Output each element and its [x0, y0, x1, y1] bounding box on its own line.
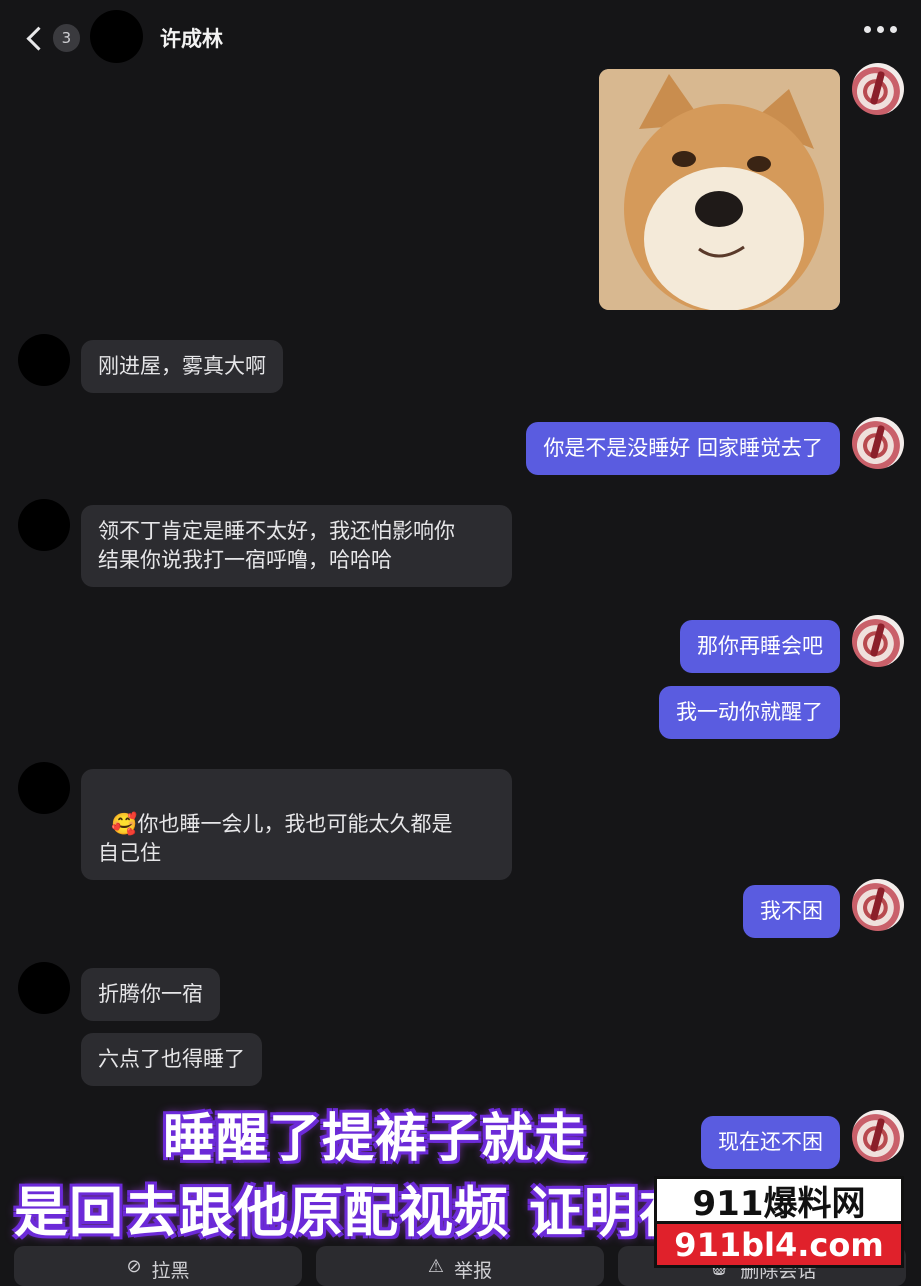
chevron-left-icon	[26, 26, 51, 50]
report-label: 举报	[454, 1260, 493, 1282]
outgoing-message[interactable]: 我不困	[743, 885, 840, 938]
dog-sticker-image[interactable]	[599, 69, 840, 310]
block-label: 拉黑	[151, 1260, 190, 1282]
incoming-message[interactable]: 领不丁肯定是睡不太好，我还怕影响你 结果你说我打一宿呼噜，哈哈哈	[81, 505, 512, 587]
contact-message-avatar[interactable]	[18, 762, 70, 814]
block-icon: ⊘	[126, 1256, 142, 1277]
watermark-title: 911爆料网	[654, 1176, 904, 1224]
site-watermark: 911爆料网 911bl4.com	[654, 1176, 904, 1268]
my-avatar[interactable]	[852, 879, 904, 931]
contact-avatar[interactable]	[90, 10, 143, 63]
outgoing-message[interactable]: 现在还不困	[701, 1116, 840, 1169]
incoming-message[interactable]: 🥰你也睡一会儿，我也可能太久都是 自己住	[81, 769, 512, 880]
my-avatar[interactable]	[852, 1110, 904, 1162]
incoming-message[interactable]: 折腾你一宿	[81, 968, 220, 1021]
outgoing-message[interactable]: 我一动你就醒了	[659, 686, 840, 739]
incoming-message[interactable]: 刚进屋，雾真大啊	[81, 340, 283, 393]
warning-icon: ⚠	[427, 1256, 445, 1277]
back-button[interactable]: 3	[22, 22, 80, 54]
chat-header: 3 许成林	[0, 0, 921, 72]
report-button[interactable]: ⚠ 举报	[316, 1246, 604, 1286]
block-button[interactable]: ⊘ 拉黑	[14, 1246, 302, 1286]
contact-name: 许成林	[160, 27, 223, 51]
my-avatar[interactable]	[852, 63, 904, 115]
message-text: 你也睡一会儿，我也可能太久都是 自己住	[98, 812, 453, 865]
contact-message-avatar[interactable]	[18, 499, 70, 551]
my-avatar[interactable]	[852, 417, 904, 469]
outgoing-message[interactable]: 你是不是没睡好 回家睡觉去了	[526, 422, 840, 475]
more-dots-icon[interactable]	[864, 26, 897, 33]
outgoing-message[interactable]: 那你再睡会吧	[680, 620, 840, 673]
incoming-message[interactable]: 六点了也得睡了	[81, 1033, 262, 1086]
contact-message-avatar[interactable]	[18, 334, 70, 386]
watermark-url: 911bl4.com	[654, 1224, 904, 1268]
smiling-face-emoji-icon: 🥰	[111, 812, 138, 836]
caption-line-1: 睡醒了提裤子就走	[163, 1109, 588, 1169]
my-avatar[interactable]	[852, 615, 904, 667]
contact-message-avatar[interactable]	[18, 962, 70, 1014]
unread-badge: 3	[52, 24, 80, 52]
caption-line-2: 是回去跟他原配视频 证明在家	[14, 1181, 749, 1244]
